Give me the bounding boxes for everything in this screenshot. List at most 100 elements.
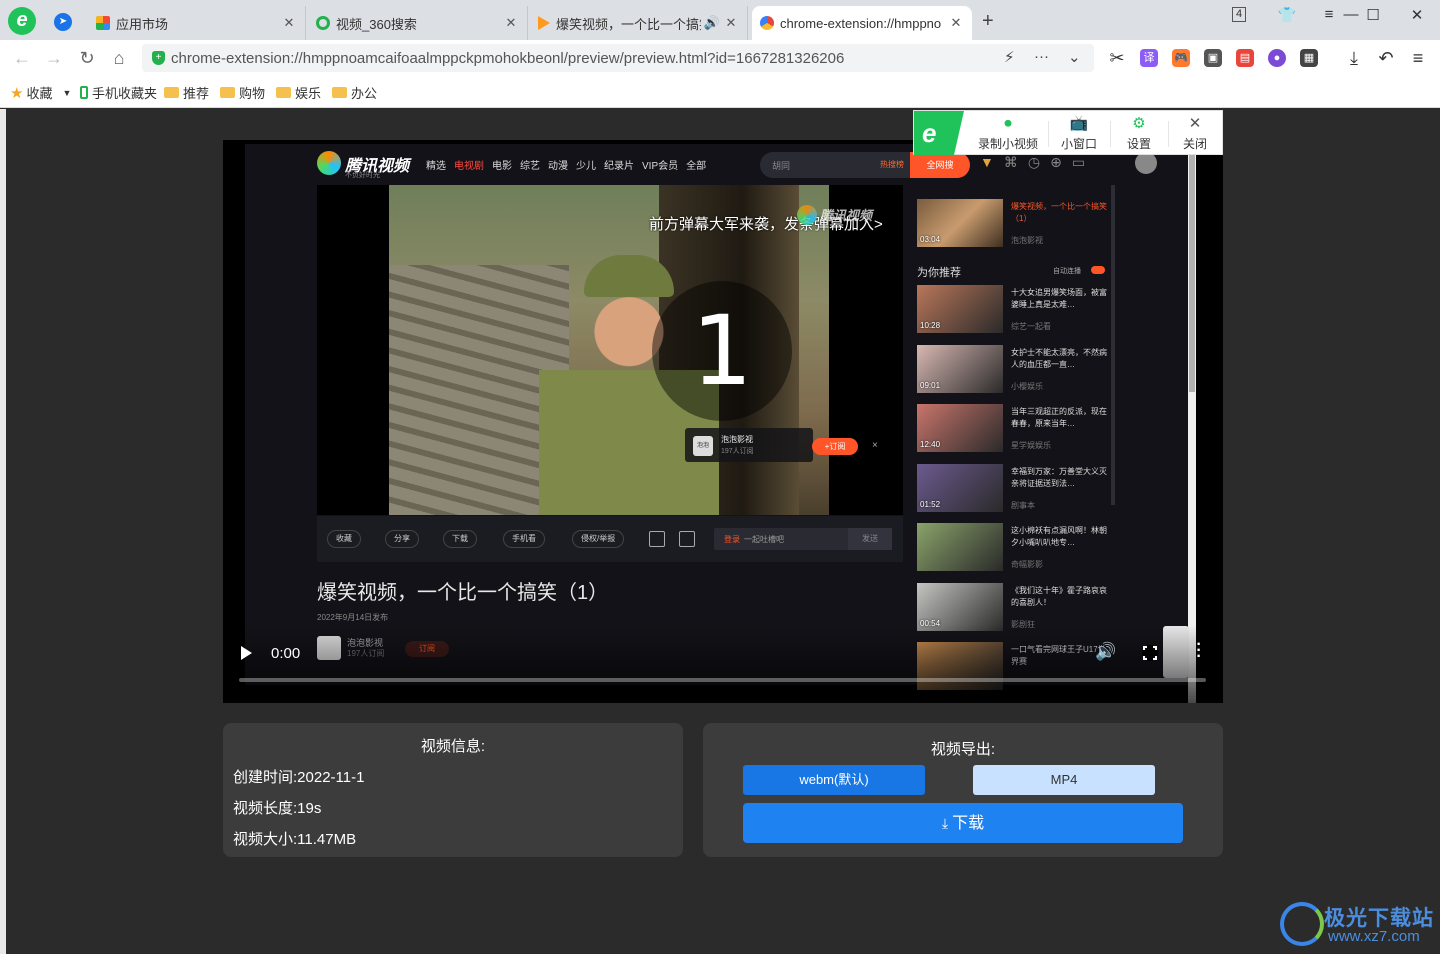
fullscreen-icon[interactable] <box>1142 645 1158 661</box>
more-dots-icon[interactable]: ··· <box>1034 48 1049 65</box>
minimize-icon[interactable]: — <box>1340 6 1362 23</box>
new-tab-icon[interactable]: + <box>982 10 994 33</box>
download-icon: ⤓ <box>941 815 949 831</box>
tab-bar: e ➤ 应用市场 ✕ 视频_360搜索 ✕ 爆笑视频，一个比一个搞笑 🔊 ✕ c… <box>0 0 1440 40</box>
close-tab-icon[interactable]: ✕ <box>281 15 297 31</box>
dropdown-chevron-icon[interactable]: ⌄ <box>1068 48 1081 66</box>
scissors-icon[interactable]: ✂ <box>1105 46 1129 70</box>
back-icon[interactable]: ← <box>10 46 34 70</box>
undo-icon[interactable]: ↶ <box>1374 46 1398 70</box>
bookmark-recommend[interactable]: 推荐 <box>164 83 209 102</box>
format-mp4-button[interactable]: MP4 <box>973 765 1155 795</box>
reader-icon[interactable]: ▣ <box>1204 49 1222 67</box>
channel-avatar: 泡泡 <box>693 436 713 456</box>
tab-app-market[interactable]: 应用市场 ✕ <box>88 6 306 40</box>
lightning-icon[interactable]: ⚡ <box>1004 48 1015 66</box>
url-text[interactable]: chrome-extension://hmppnoamcaifoaalmppck… <box>171 50 844 67</box>
close-label: 关闭 <box>1182 137 1207 151</box>
list-item: 09:01 女护士不能太漂亮，不然病人的血压都一直… 小樱娱乐 <box>915 344 1115 397</box>
menu-lines-icon[interactable]: ≡ <box>1318 6 1340 23</box>
created-value: 2022-11-1 <box>297 769 365 786</box>
tab-extension[interactable]: chrome-extension://hmppno ✕ <box>752 6 972 40</box>
game-icon[interactable]: 🎮 <box>1172 49 1190 67</box>
close-tab-icon[interactable]: ✕ <box>948 15 964 31</box>
close-window-icon[interactable]: ✕ <box>1406 6 1428 24</box>
phone-icon <box>80 86 88 99</box>
close-icon: ✕ <box>1188 115 1202 132</box>
browser-logo-icon[interactable]: e <box>8 7 36 35</box>
address-bar[interactable]: + chrome-extension://hmppnoamcaifoaalmpp… <box>142 44 1094 72</box>
settings-button[interactable]: ⚙ 设置 <box>1116 111 1162 155</box>
size-value: 11.47MB <box>297 831 357 848</box>
extension-icon[interactable]: ● <box>1268 49 1286 67</box>
tencent-slogan: 不负好时光 <box>345 172 380 179</box>
format-webm-button[interactable]: webm(默认) <box>743 765 925 795</box>
tab-video[interactable]: 爆笑视频，一个比一个搞笑 🔊 ✕ <box>530 6 748 40</box>
apps-grid-icon[interactable]: ▦ <box>1300 49 1318 67</box>
bookmark-mobile[interactable]: 手机收藏夹 <box>80 83 157 102</box>
tencent-header-icons: ▼ ⌘ ◷ ⊕ ▭ <box>980 154 1085 171</box>
more-options-icon[interactable]: · · · <box>1195 637 1203 665</box>
item-channel: 小樱娱乐 <box>1011 381 1043 391</box>
reload-icon[interactable]: ↻ <box>75 46 99 70</box>
speaker-icon[interactable]: 🔊 <box>701 15 723 31</box>
length-row: 视频长度:19s <box>233 797 321 818</box>
tencent-nav-item: 精选 <box>426 161 446 172</box>
subscribe-button: +订阅 <box>812 438 858 455</box>
download-video-button[interactable]: ⤓ 下载 <box>743 803 1183 843</box>
size-label: 视频大小: <box>233 831 298 848</box>
mini-window-button[interactable]: 📺 小窗口 <box>1054 111 1104 155</box>
star-icon: ★ <box>10 84 24 102</box>
download-icon[interactable]: ⤓ <box>1342 46 1366 70</box>
tv-icon: 📺 <box>1069 115 1089 132</box>
tencent-nav-item: 综艺 <box>520 161 540 172</box>
tab-360-search[interactable]: 视频_360搜索 ✕ <box>308 6 528 40</box>
download-button: 下载 <box>443 530 477 548</box>
close-toolbar-button[interactable]: ✕ 关闭 <box>1172 111 1218 155</box>
created-row: 创建时间:2022-11-1 <box>233 766 364 787</box>
tab-title: 应用市场 <box>116 16 169 32</box>
close-tab-icon[interactable]: ✕ <box>723 15 739 31</box>
record-video-button[interactable]: ⏺ 录制小视频 <box>968 111 1048 155</box>
download-label: 下载 <box>952 815 985 832</box>
bookmark-office[interactable]: 办公 <box>332 83 377 102</box>
length-value: 19s <box>297 800 322 817</box>
main-menu-icon[interactable]: ≡ <box>1406 46 1430 70</box>
video-player[interactable]: 腾讯视频 不负好时光 精选 电视剧 电影 综艺 动漫 少儿 纪录片 VIP会员 … <box>223 140 1223 703</box>
bookmark-entertainment[interactable]: 娱乐 <box>276 83 321 102</box>
video-scene: 前方弹幕大军来袭，发条弹幕加入> 腾讯视频 1 泡泡 泡泡影视 197人订阅 +… <box>317 185 903 515</box>
maximize-icon[interactable]: ☐ <box>1362 6 1384 24</box>
calendar-icon[interactable]: ▤ <box>1236 49 1254 67</box>
history-clock-icon: ◷ <box>1027 154 1041 170</box>
tencent-watermark-icon <box>797 205 817 225</box>
bookmark-shopping[interactable]: 购物 <box>220 83 265 102</box>
video-camera-icon: ⏺ <box>1004 115 1012 132</box>
item-title: 女护士不能太漂亮，不然病人的血压都一直… <box>1011 347 1107 369</box>
pinned-tab-icon[interactable]: ➤ <box>54 13 72 31</box>
export-panel-title: 视频导出: <box>930 741 996 758</box>
duration: 03:04 <box>920 235 941 244</box>
tab-title: 视频_360搜索 <box>336 16 417 32</box>
close-tab-icon[interactable]: ✕ <box>503 15 519 31</box>
progress-bar[interactable] <box>239 678 1206 682</box>
bookmark-label: 手机收藏夹 <box>92 86 158 101</box>
comment-input: 登录 一起吐槽吧 发送 <box>714 528 892 550</box>
item-channel: 剧事本 <box>1011 500 1035 510</box>
tencent-nav-item: 少儿 <box>576 161 596 172</box>
report-button: 侵权/举报 <box>572 530 625 548</box>
play-icon[interactable] <box>241 646 252 660</box>
browser-logo-icon: e <box>914 111 964 155</box>
item-title: 这小棉袄有点漏风啊！林朝夕小嘴叭叭地专… <box>1011 526 1107 547</box>
volume-icon[interactable]: 🔊 <box>1095 642 1116 662</box>
item-channel: 泡泡影视 <box>1011 236 1043 245</box>
created-label: 创建时间: <box>233 769 298 786</box>
caret-down-icon[interactable]: ▼ <box>62 88 71 98</box>
folder-icon <box>332 87 347 98</box>
translate-icon[interactable]: 译 <box>1140 49 1158 67</box>
forward-icon[interactable]: → <box>42 46 66 70</box>
skin-icon[interactable]: 👕 <box>1276 6 1298 24</box>
bookmark-favorites[interactable]: ★ 收藏 ▼ <box>10 83 71 102</box>
current-time: 0:00 <box>271 645 301 662</box>
home-icon[interactable]: ⌂ <box>107 46 131 70</box>
tab-count-badge[interactable]: 4 <box>1232 7 1246 22</box>
